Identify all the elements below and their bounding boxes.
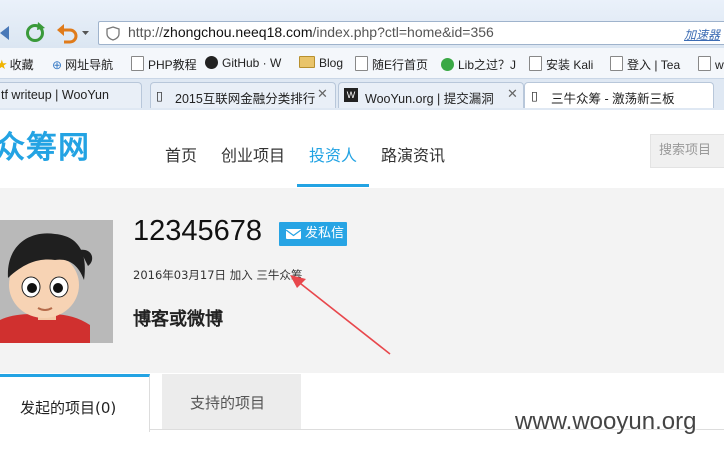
tab-initiated-projects[interactable]: 发起的项目(0) bbox=[0, 374, 150, 432]
wooyun-favicon: W bbox=[344, 88, 358, 102]
bookmark-nav[interactable]: ⊕ 网址导航 bbox=[52, 56, 113, 73]
page-icon bbox=[698, 56, 711, 71]
annotation-arrow bbox=[290, 275, 391, 355]
url-prefix: http:// bbox=[128, 24, 164, 40]
page-icon: ▯ bbox=[156, 89, 163, 103]
avatar bbox=[0, 220, 113, 343]
url-domain: zhongchou.neeq18.com bbox=[163, 24, 313, 40]
page-icon bbox=[355, 56, 368, 71]
back-arrow-icon[interactable] bbox=[0, 26, 9, 40]
join-date: 2016年03月17日 bbox=[133, 268, 227, 282]
page-icon bbox=[610, 56, 623, 71]
folder-icon bbox=[299, 56, 315, 68]
watermark: www.wooyun.org bbox=[515, 408, 697, 435]
bookmark-label: Blog bbox=[319, 56, 344, 70]
search-button[interactable]: 搜索项目 bbox=[650, 134, 724, 168]
tab-label: WooYun.org | 提交漏洞 bbox=[365, 92, 494, 106]
bookmark-label: 收藏 bbox=[9, 58, 34, 72]
page-icon bbox=[131, 56, 144, 71]
bookmark-label: GitHub · W bbox=[222, 56, 282, 70]
bookmark-more[interactable]: ww bbox=[698, 56, 724, 72]
github-icon bbox=[205, 56, 218, 69]
join-info: 2016年03月17日 加入 三牛众筹 bbox=[133, 267, 302, 283]
tab-label: tf writeup | WooYun bbox=[1, 88, 109, 102]
tab-sanniu[interactable]: ▯ 三牛众筹 - 激荡新三板 bbox=[524, 82, 714, 108]
bookmark-label: 登入 | Tea bbox=[627, 58, 681, 72]
bookmark-kali[interactable]: 安装 Kali bbox=[529, 56, 593, 73]
tab-writeup[interactable]: tf writeup | WooYun bbox=[0, 82, 142, 108]
blog-label: 博客或微博 bbox=[133, 309, 223, 330]
bookmark-blog[interactable]: Blog bbox=[299, 56, 343, 70]
nav-investors[interactable]: 投资人 bbox=[309, 142, 357, 166]
refresh-icon[interactable] bbox=[26, 22, 46, 42]
dropdown-arrow-icon[interactable] bbox=[82, 31, 89, 35]
globe-icon: ⊕ bbox=[52, 58, 63, 72]
page-icon: ▯ bbox=[531, 89, 538, 103]
bookmark-github[interactable]: GitHub · W bbox=[205, 56, 281, 70]
site-logo[interactable]: 众筹网 bbox=[0, 122, 90, 167]
accelerator-link[interactable]: 加速器 bbox=[684, 26, 720, 43]
bookmark-label: 随E行首页 bbox=[372, 58, 429, 72]
bookmark-label: Lib之过？J bbox=[458, 58, 517, 72]
nav-home[interactable]: 首页 bbox=[165, 142, 197, 166]
bookmark-favorites[interactable]: ★ 收藏 bbox=[0, 56, 34, 73]
tab-label: 支持的项目 bbox=[190, 394, 266, 412]
nav-roadshow-news[interactable]: 路演资讯 bbox=[381, 142, 445, 166]
page-icon bbox=[529, 56, 542, 71]
active-nav-indicator bbox=[297, 184, 369, 187]
site-header bbox=[0, 110, 724, 189]
nav-buttons bbox=[0, 22, 89, 44]
bookmark-label: ww bbox=[715, 58, 724, 72]
bookmark-label: 网址导航 bbox=[65, 58, 114, 72]
bookmark-php[interactable]: PHP教程 bbox=[131, 56, 197, 73]
tab-label: 三牛众筹 - 激荡新三板 bbox=[551, 92, 675, 106]
tab-ranking[interactable]: ▯ 2015互联网金融分类排行 ✕ bbox=[150, 82, 336, 108]
shield-icon bbox=[106, 26, 120, 41]
join-label: 加入 bbox=[229, 268, 253, 282]
nav-startup-projects[interactable]: 创业项目 bbox=[221, 142, 285, 166]
url-text[interactable]: http://zhongchou.neeq18.com/index.php?ct… bbox=[128, 24, 494, 40]
close-icon[interactable]: ✕ bbox=[507, 87, 518, 102]
cartoon-avatar-image bbox=[0, 220, 113, 343]
bookmark-suieixing[interactable]: 随E行首页 bbox=[355, 56, 428, 73]
tab-label: 发起的项目(0) bbox=[20, 399, 117, 417]
undo-icon[interactable] bbox=[57, 24, 78, 44]
mail-icon bbox=[285, 229, 302, 239]
tab-wooyun[interactable]: W WooYun.org | 提交漏洞 ✕ bbox=[338, 82, 524, 108]
profile-username: 12345678 bbox=[133, 215, 263, 247]
bookmark-lib[interactable]: Lib之过？J bbox=[441, 56, 516, 73]
url-path: /index.php?ctl=home&id=356 bbox=[312, 24, 494, 40]
bookmark-label: PHP教程 bbox=[148, 58, 197, 72]
star-icon: ★ bbox=[0, 57, 8, 72]
bookmark-label: 安装 Kali bbox=[546, 58, 594, 72]
tab-label: 2015互联网金融分类排行 bbox=[175, 92, 316, 106]
lib-icon bbox=[441, 58, 454, 71]
tab-supported-projects[interactable]: 支持的项目 bbox=[162, 374, 301, 429]
close-icon[interactable]: ✕ bbox=[317, 87, 328, 102]
bookmark-login[interactable]: 登入 | Tea bbox=[610, 56, 680, 73]
